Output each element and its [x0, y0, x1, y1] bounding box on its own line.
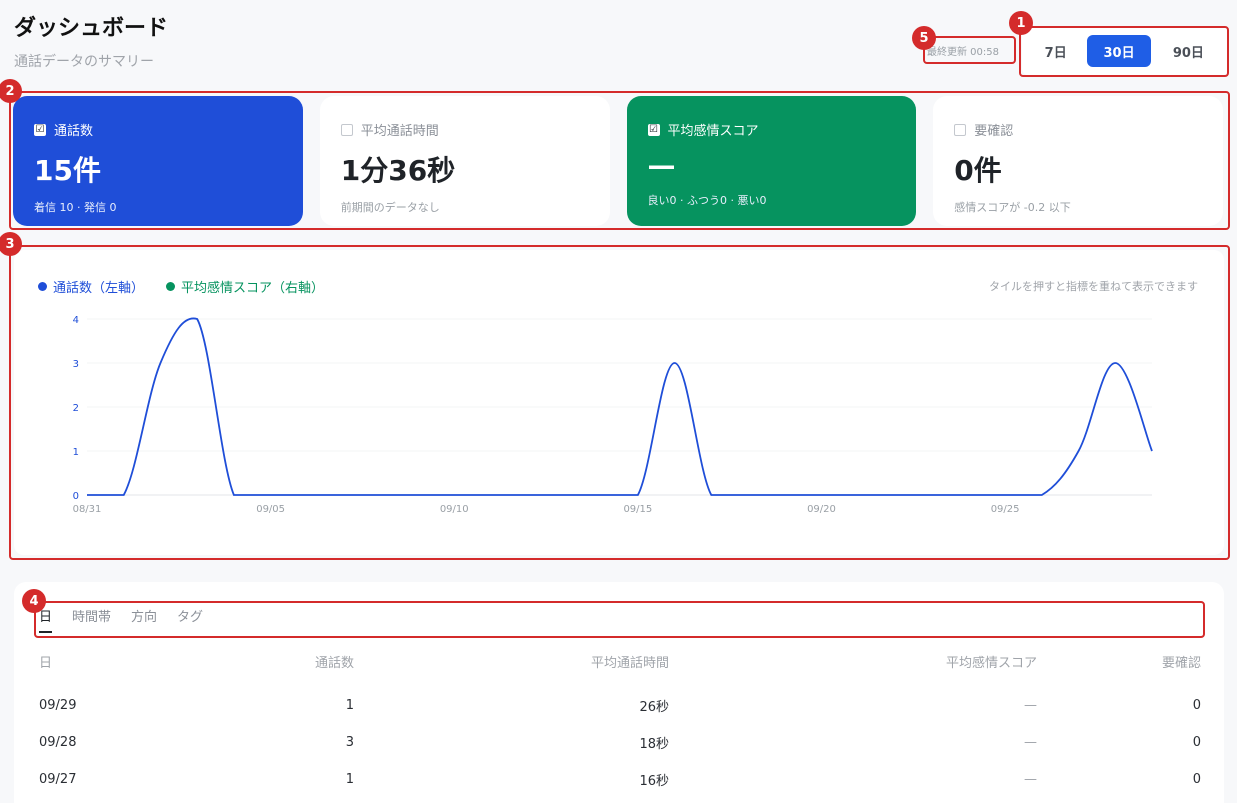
cell-date: 09/28 — [39, 735, 77, 750]
x-tick-label: 09/05 — [256, 504, 285, 515]
cell-review: 0 — [1192, 698, 1201, 713]
tab-time-of-day[interactable]: 時間帯 — [72, 606, 111, 633]
tab-direction[interactable]: 方向 — [131, 606, 157, 633]
cell-review: 0 — [1192, 772, 1201, 787]
tile-value: — — [647, 149, 676, 182]
tile-value: 1分36秒 — [340, 154, 456, 187]
annotation-badge: 5 — [912, 26, 936, 50]
x-tick-label: 09/15 — [623, 504, 652, 515]
y-tick-label: 4 — [73, 315, 79, 326]
cell-review: 0 — [1192, 735, 1201, 750]
cell-date: 09/29 — [39, 698, 77, 713]
column-header: 通話数 — [314, 656, 354, 671]
checkbox-icon[interactable] — [954, 123, 967, 136]
tile-value: 0件 — [954, 154, 1002, 187]
tile-needs-review[interactable]: 要確認 0件 感情スコアが -0.2 以下 — [933, 96, 1223, 226]
column-header: 要確認 — [1161, 656, 1201, 671]
metric-tiles: ☑ 通話数 15件 着信 10 · 発信 0 平均通話時間 1分36秒 前期間のデ… — [13, 96, 1223, 226]
tile-avg-sentiment[interactable]: ☑ 平均感情スコア — 良い0 · ふつう0 · 悪い0 — [626, 96, 917, 226]
y-tick-label: 2 — [73, 403, 79, 414]
breakdown-tabs: 日 時間帯 方向 タグ — [39, 606, 203, 633]
tile-subtext: 感情スコアが -0.2 以下 — [954, 201, 1071, 214]
tab-tag[interactable]: タグ — [177, 606, 203, 633]
tile-avg-duration[interactable]: 平均通話時間 1分36秒 前期間のデータなし — [319, 96, 610, 226]
chart-card: 通話数（左軸） 平均感情スコア（右軸） タイルを押すと指標を重ねて表示できます … — [14, 250, 1224, 555]
table-header-row: 日 通話数 平均通話時間 平均感情スコア 要確認 — [39, 652, 1201, 687]
table-row: 09/27 1 16秒 — 0 — [39, 761, 1201, 798]
y-tick-label: 1 — [73, 447, 79, 458]
page-subtitle: 通話データのサマリー — [14, 54, 154, 70]
x-tick-label: 08/31 — [73, 504, 102, 515]
range-90d-button[interactable]: 90日 — [1155, 35, 1222, 67]
last-updated: 最終更新 00:58 — [927, 47, 999, 58]
annotation-badge: 1 — [1009, 11, 1033, 35]
cell-avg-duration: 16秒 — [639, 774, 669, 789]
cell-avg-duration: 26秒 — [639, 700, 669, 715]
breakdown-table: 日 通話数 平均通話時間 平均感情スコア 要確認 09/29 1 26秒 — 0… — [39, 652, 1201, 798]
x-tick-label: 09/20 — [807, 504, 836, 515]
tile-subtext: 前期間のデータなし — [340, 201, 440, 214]
breakdown-card: 日 時間帯 方向 タグ 日 通話数 平均通話時間 平均感情スコア 要確認 09/… — [14, 582, 1224, 803]
table-row: 09/28 3 18秒 — 0 — [39, 724, 1201, 761]
cell-avg-duration: 18秒 — [639, 737, 669, 752]
range-selector: 7日 30日 90日 — [1022, 26, 1228, 76]
column-header: 平均感情スコア — [945, 656, 1037, 671]
cell-calls: 3 — [345, 735, 354, 750]
tile-label: 平均通話時間 — [360, 124, 439, 139]
x-tick-label: 09/25 — [991, 504, 1020, 515]
cell-calls: 1 — [345, 772, 354, 787]
range-7d-button[interactable]: 7日 — [1028, 35, 1083, 67]
page-title: ダッシュボード — [14, 16, 169, 41]
tile-label: 要確認 — [974, 124, 1014, 139]
tile-value: 15件 — [34, 154, 101, 187]
x-tick-label: 09/10 — [440, 504, 469, 515]
checkbox-icon[interactable]: ☑ — [647, 123, 660, 136]
tile-subtext: 着信 10 · 発信 0 — [34, 201, 117, 214]
cell-date: 09/27 — [39, 772, 77, 787]
cell-sentiment: — — [1024, 735, 1037, 750]
cell-sentiment: — — [1024, 772, 1037, 787]
annotation-badge: 4 — [22, 589, 46, 613]
table-row: 09/29 1 26秒 — 0 — [39, 687, 1201, 724]
line-chart: 0 1 2 3 4 08/31 09/05 09/10 09/15 09/20 09/25 — [73, 315, 1153, 515]
range-30d-button[interactable]: 30日 — [1087, 35, 1151, 67]
tile-subtext: 良い0 · ふつう0 · 悪い0 — [647, 194, 767, 207]
column-header: 日 — [39, 656, 53, 671]
checkbox-icon[interactable]: ☑ — [34, 123, 46, 136]
tile-label: 通話数 — [54, 124, 94, 139]
cell-calls: 1 — [345, 698, 354, 713]
y-tick-label: 3 — [73, 359, 79, 370]
column-header: 平均通話時間 — [590, 656, 669, 671]
tile-call-count[interactable]: ☑ 通話数 15件 着信 10 · 発信 0 — [13, 96, 303, 226]
tile-label: 平均感情スコア — [667, 124, 759, 139]
checkbox-icon[interactable] — [340, 123, 353, 136]
y-tick-label: 0 — [73, 491, 79, 502]
cell-sentiment: — — [1024, 698, 1037, 713]
